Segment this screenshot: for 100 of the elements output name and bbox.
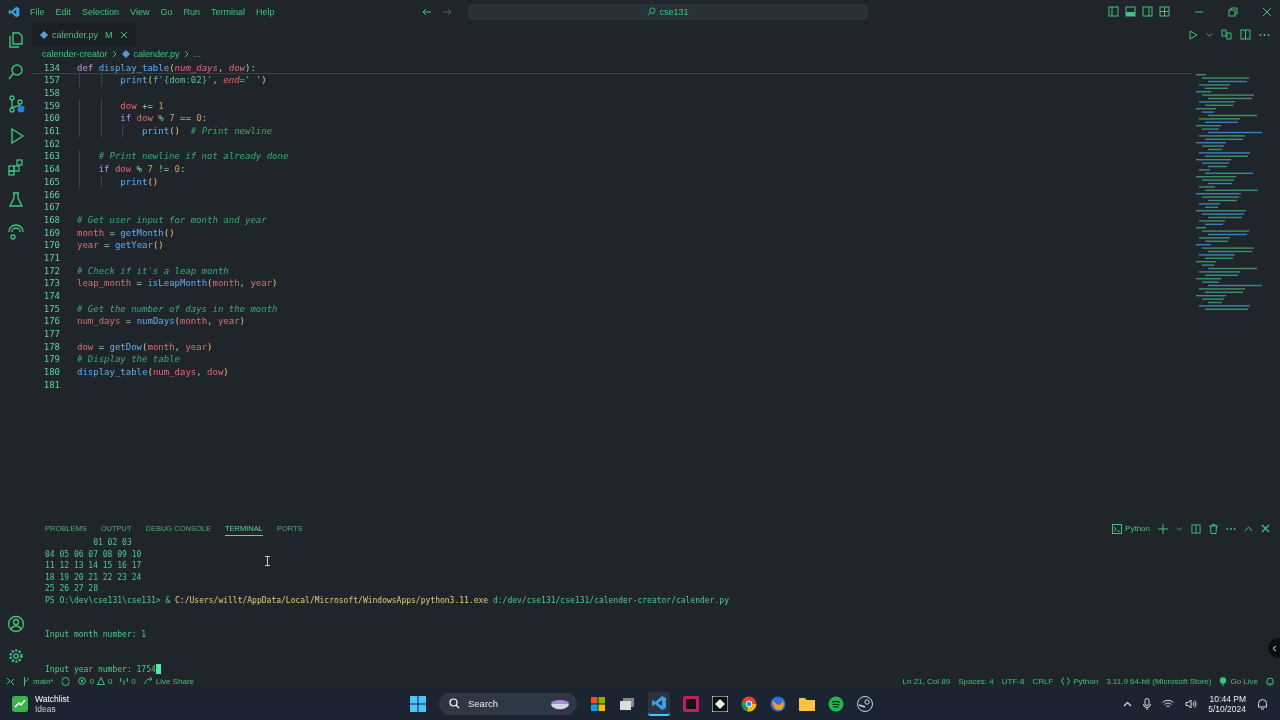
search-icon [449,698,460,709]
plus-icon[interactable] [1158,523,1168,534]
status-item[interactable]: 3.11.9 64-bit (Microsoft Store) [1106,676,1212,686]
spotify-icon[interactable] [828,695,844,712]
run-icon[interactable] [1188,29,1198,40]
sync-icon[interactable] [61,676,71,686]
clock[interactable]: 10:44 PM 5/10/2024 [1208,693,1246,714]
code-line: print() # Print newline [141,126,273,137]
terminal-profile[interactable]: Python [1112,523,1150,534]
remote-explorer-icon[interactable] [7,223,25,241]
account-icon[interactable] [7,615,25,633]
bell-icon[interactable] [1266,676,1274,686]
more-icon[interactable] [1259,32,1270,37]
error-icon [78,677,87,685]
menu-item[interactable]: Help [255,6,275,17]
speaker-icon[interactable] [1185,698,1198,709]
menu-item[interactable]: Terminal [210,6,245,17]
forward-arrow-icon[interactable] [442,6,452,17]
line-number: 167 [42,202,60,213]
steam-icon[interactable] [857,695,873,712]
microphone-icon[interactable] [1143,697,1152,710]
menu-item[interactable]: Run [183,6,200,17]
menu-item[interactable]: Go [160,6,173,17]
code-line: if dow % 7 == 0: [119,113,208,124]
folder-icon[interactable] [799,696,815,711]
more-icon[interactable] [1226,526,1236,531]
close-icon[interactable] [1262,6,1272,17]
layout-icon[interactable] [1108,6,1119,17]
line-number: 172 [42,265,60,276]
split-terminal-icon[interactable] [1191,523,1201,534]
line-number: 166 [42,189,60,200]
python-file-icon [121,50,130,58]
line-number: 179 [42,354,60,365]
wifi-icon[interactable] [1162,698,1175,709]
flask-icon[interactable] [7,191,25,209]
breadcrumb-item[interactable]: ... [193,49,202,59]
source-control-icon[interactable] [7,95,25,113]
start-icon[interactable] [410,695,426,712]
settings-icon[interactable] [7,647,25,665]
line-number: 176 [42,316,60,327]
diamond-app-icon[interactable] [712,695,728,712]
search-icon [647,7,657,16]
vscode-logo-icon [8,5,20,18]
braces-icon [1061,677,1071,685]
status-item[interactable]: CRLF [1032,676,1054,686]
line-number: 134 [42,62,60,73]
terminal-icon [1112,523,1123,534]
code-line: # Print newline if not already done [97,151,289,162]
chevron-down-icon[interactable] [1206,31,1213,38]
copilot-icon[interactable] [590,695,606,712]
firefox-icon[interactable] [770,695,786,712]
layout-icon[interactable] [1142,6,1153,17]
status-item[interactable]: Ln 21, Col 89 [902,676,951,686]
task-view-icon[interactable] [619,695,635,712]
split-editor-icon[interactable] [1240,29,1251,40]
close-icon[interactable] [119,30,128,39]
restore-icon[interactable] [1228,6,1238,17]
stock-chart-icon [12,695,28,712]
files-icon[interactable] [7,31,25,49]
taskbar-search[interactable]: Search [439,692,577,715]
layout-icon[interactable] [1159,6,1170,17]
widget-button[interactable]: Watchlist Ideas [12,693,70,714]
chevron-down-icon[interactable] [1176,525,1183,532]
ports-status[interactable]: 0 [120,676,136,686]
code-line: leap_month = isLeapMonth(month, year) [77,278,278,289]
menu-item[interactable]: View [130,6,150,17]
status-item[interactable]: UTF-8 [1001,676,1025,686]
trash-icon[interactable] [1209,523,1218,534]
breadcrumb-item[interactable]: calender.py [133,49,180,59]
chrome-icon[interactable] [741,695,757,712]
problems-status[interactable]: 0 0 [78,676,113,686]
menu-item[interactable]: Edit [55,6,72,17]
status-item[interactable]: Python [1061,676,1099,686]
branch-status[interactable]: main* [23,676,54,686]
widget-title: Watchlist [35,693,70,704]
line-number: 160 [42,113,60,124]
code-line: # Get user input for month and year [77,214,267,225]
line-number: 158 [42,88,60,99]
status-item[interactable]: Spaces: 4 [958,676,994,686]
command-search-field[interactable]: cse131 [468,3,868,20]
extensions-icon[interactable] [7,159,25,177]
vscode-taskbar-icon[interactable] [648,691,670,716]
editor-tab[interactable]: calender.py M [32,23,136,46]
back-arrow-icon[interactable] [422,6,432,17]
code-line: print() [119,176,159,187]
status-item[interactable]: Go Live [1219,676,1258,686]
menu-item[interactable]: File [30,6,45,17]
remote-icon[interactable] [6,676,15,686]
search-icon[interactable] [7,63,25,81]
live-share-status[interactable]: Live Share [143,676,195,686]
menu-item[interactable]: Selection [82,6,120,17]
chevron-up-icon[interactable] [1123,700,1133,707]
chevron-right-icon [111,50,118,58]
chevron-up-icon[interactable] [1244,525,1253,532]
close-icon[interactable] [1261,524,1270,533]
breadcrumb-item[interactable]: calender-creator [42,49,108,59]
compare-icon[interactable] [1221,29,1232,40]
layout-icon[interactable] [1125,6,1136,17]
modified-label: M [105,29,113,40]
bell-icon[interactable] [1257,697,1268,710]
